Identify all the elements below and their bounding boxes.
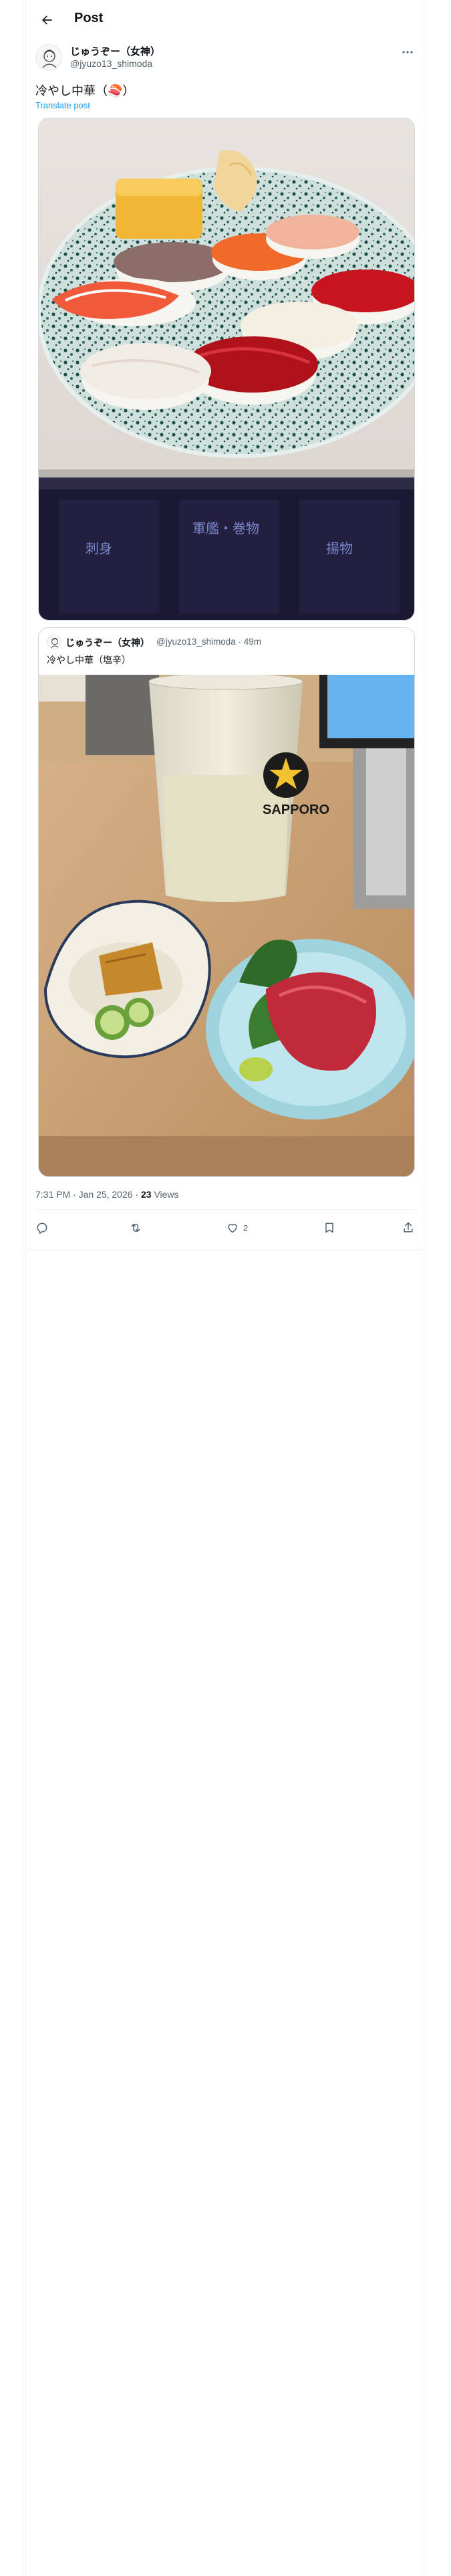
- back-arrow-icon: [42, 15, 52, 25]
- avatar[interactable]: [35, 44, 62, 71]
- share-button[interactable]: [402, 1221, 419, 1235]
- reply-button[interactable]: [35, 1221, 53, 1235]
- repost-icon: [131, 1224, 140, 1232]
- quoted-post[interactable]: じゅうぞー（女神） @jyuzo13_shimoda · 49m 冷やし中華（塩…: [38, 627, 415, 1177]
- avatar-image: [36, 45, 61, 70]
- more-icon: [402, 51, 413, 53]
- quoted-avatar-image: [47, 635, 61, 649]
- quoted-post-text: 冷やし中華（塩辛）: [47, 655, 131, 666]
- author-handle[interactable]: @jyuzo13_shimoda: [70, 58, 152, 69]
- quoted-author-handle: @jyuzo13_shimoda · 49m: [156, 637, 262, 647]
- quoted-avatar: [47, 635, 61, 649]
- post-image[interactable]: 刺身 軍艦・巻物 揚物: [38, 118, 415, 621]
- sushi-plate-image: 刺身 軍艦・巻物 揚物: [39, 118, 414, 620]
- post-meta: 7:31 PM · Jan 25, 2026 · 23 Views: [35, 1189, 179, 1200]
- translate-post-link[interactable]: Translate post: [35, 100, 90, 110]
- top-bar: Post: [26, 0, 426, 39]
- quoted-post-image: SAPPORO: [39, 675, 414, 1176]
- views-count: 23: [140, 1189, 152, 1200]
- divider: [26, 1249, 426, 1250]
- sign-sashimi-text: 刺身: [86, 540, 112, 556]
- bookmark-icon: [325, 1222, 333, 1233]
- like-count: 2: [243, 1222, 249, 1233]
- author-name[interactable]: じゅうぞー（女神）: [70, 44, 160, 58]
- sign-agemono-text: 揚物: [326, 540, 353, 556]
- action-bar: 2: [35, 1213, 416, 1245]
- page-title: Post: [74, 11, 104, 25]
- quoted-author-name: じゅうぞー（女神）: [65, 638, 150, 649]
- repost-button[interactable]: [129, 1221, 146, 1235]
- heart-icon: [228, 1224, 237, 1233]
- bookmark-button[interactable]: [323, 1221, 340, 1235]
- back-button[interactable]: [35, 9, 58, 31]
- main-column: Post じゅうぞー（女神） @jyuzo13_shimoda 冷やし中華（🍣）…: [25, 0, 426, 2576]
- drink-and-sashimi-image: SAPPORO: [39, 675, 414, 1176]
- post-text: 冷やし中華（🍣）: [35, 84, 135, 98]
- share-icon: [404, 1222, 413, 1232]
- more-options-button[interactable]: [399, 45, 416, 59]
- post-timestamp[interactable]: 7:31 PM · Jan 25, 2026 ·: [35, 1189, 141, 1200]
- divider: [35, 1209, 416, 1210]
- page: Post じゅうぞー（女神） @jyuzo13_shimoda 冷やし中華（🍣）…: [0, 0, 451, 2576]
- reply-icon: [37, 1222, 47, 1235]
- like-button[interactable]: 2: [226, 1221, 248, 1235]
- sapporo-glass-label: SAPPORO: [263, 802, 329, 817]
- views-label: Views: [151, 1189, 179, 1200]
- sign-gunkan-text: 軍艦・巻物: [192, 520, 259, 536]
